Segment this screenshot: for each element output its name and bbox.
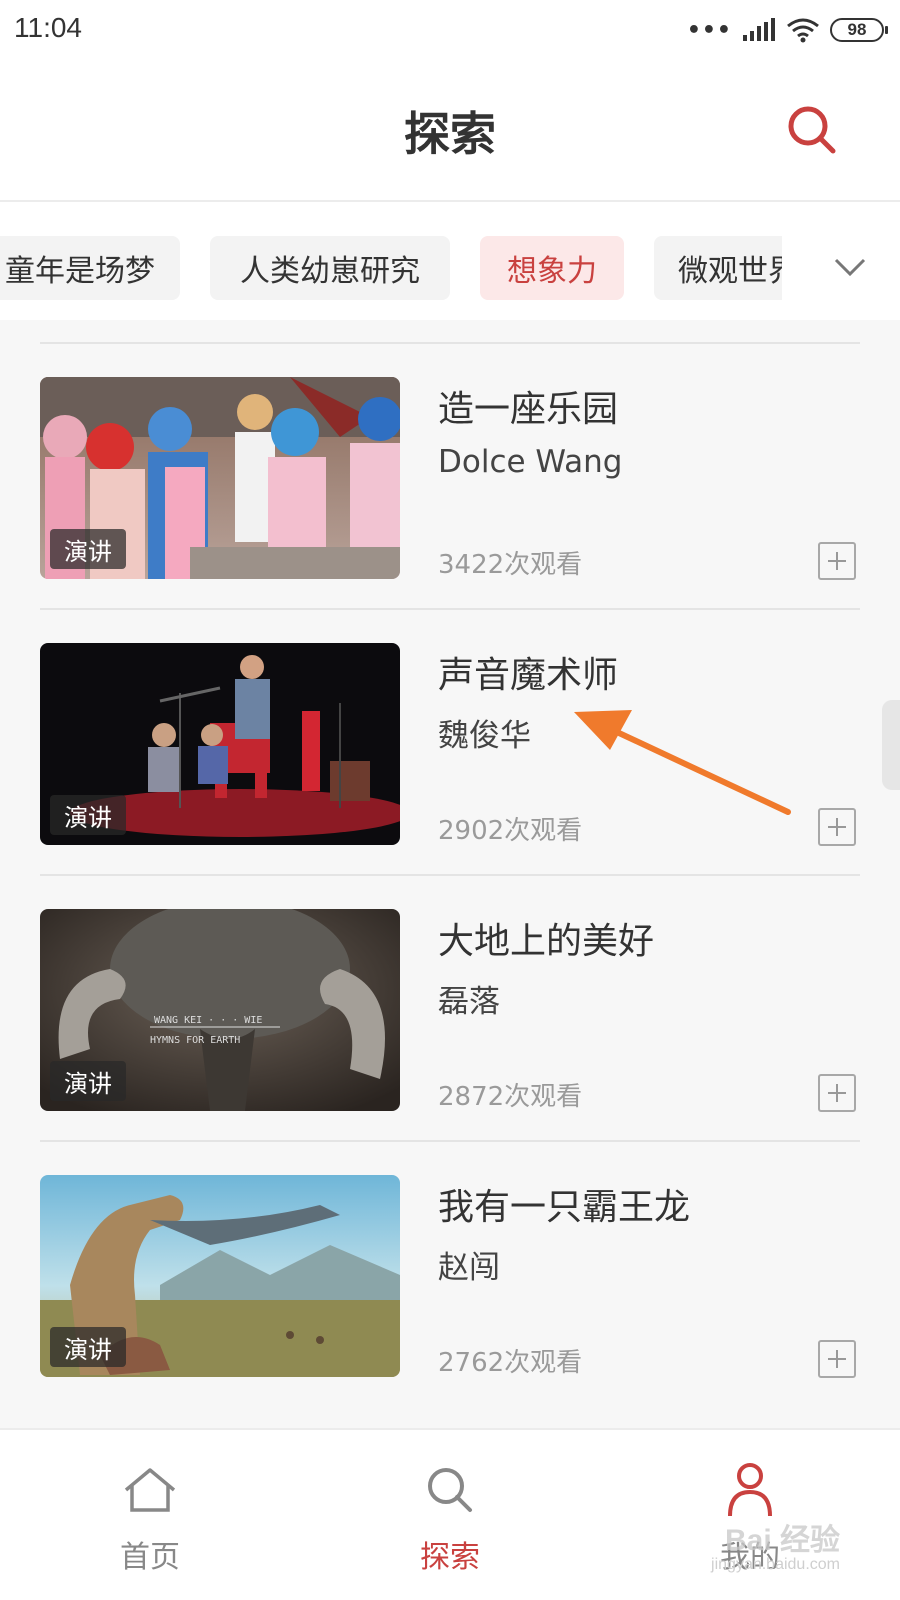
bottom-nav: 首页 探索 我的: [0, 1428, 900, 1600]
nav-explore-label: 探索: [420, 1540, 480, 1575]
item-author: 魏俊华: [438, 718, 531, 754]
plus-square-icon: [828, 552, 846, 570]
status-bar: 11:04 ••• 98: [0, 0, 900, 62]
status-indicators: ••• 98: [686, 14, 888, 46]
item-views: 2902次观看: [438, 816, 583, 846]
search-icon: [788, 106, 836, 154]
type-badge: 演讲: [50, 529, 126, 569]
type-badge: 演讲: [50, 1327, 126, 1367]
list-item[interactable]: 演讲 我有一只霸王龙 赵闯 2762次观看: [0, 1142, 900, 1414]
category-tabs: 童年是场梦 人类幼崽研究 想象力 微观世界: [0, 202, 900, 320]
search-button[interactable]: [782, 100, 842, 160]
signal-icon: [743, 18, 775, 41]
page-title: 探索: [404, 107, 496, 161]
item-author: 磊落: [438, 984, 500, 1020]
tab-label: 想象力: [507, 254, 597, 289]
add-button[interactable]: [818, 1340, 856, 1378]
list-item[interactable]: 演讲 声音魔术师 魏俊华 2902次观看: [0, 610, 900, 882]
video-thumbnail[interactable]: WANG KEI · · · WIE HYMNS FOR EARTH 演讲: [40, 909, 400, 1111]
plus-square-icon: [828, 1350, 846, 1368]
app-header: 探索: [0, 62, 900, 202]
add-button[interactable]: [818, 542, 856, 580]
tab-human-cub-research[interactable]: 人类幼崽研究: [210, 236, 450, 300]
watermark-url: jingyan.baidu.com: [711, 1556, 840, 1573]
item-title[interactable]: 造一座乐园: [438, 380, 618, 432]
video-thumbnail[interactable]: 演讲: [40, 377, 400, 579]
watermark: Bai 经验: [724, 1524, 840, 1557]
nav-home-label: 首页: [120, 1540, 180, 1575]
item-title[interactable]: 我有一只霸王龙: [438, 1178, 690, 1230]
type-badge: 演讲: [50, 1061, 126, 1101]
item-title[interactable]: 声音魔术师: [438, 646, 618, 698]
add-button[interactable]: [818, 1074, 856, 1112]
tab-label: 微观世界: [678, 254, 798, 289]
expand-tabs-button[interactable]: [830, 250, 870, 284]
tab-childhood-dream[interactable]: 童年是场梦: [0, 236, 180, 300]
search-icon: [410, 1460, 490, 1520]
battery-indicator: 98: [830, 18, 888, 42]
thumb-caption-line2: HYMNS FOR EARTH: [150, 1035, 240, 1046]
scroll-handle[interactable]: [882, 700, 900, 790]
tab-label: 童年是场梦: [5, 254, 155, 289]
list-item[interactable]: WANG KEI · · · WIE HYMNS FOR EARTH 演讲 大地…: [0, 876, 900, 1148]
tab-label: 人类幼崽研究: [240, 254, 420, 289]
item-title[interactable]: 大地上的美好: [438, 912, 654, 964]
status-time: 11:04: [14, 12, 82, 43]
thumb-caption-line1: WANG KEI · · · WIE: [154, 1015, 262, 1026]
item-author: 赵闯: [438, 1250, 500, 1286]
plus-square-icon: [828, 818, 846, 836]
nav-home[interactable]: 首页: [0, 1430, 300, 1600]
wifi-icon: [787, 18, 819, 43]
type-badge: 演讲: [50, 795, 126, 835]
item-author: Dolce Wang: [438, 444, 623, 480]
plus-square-icon: [828, 1084, 846, 1102]
video-thumbnail[interactable]: 演讲: [40, 1175, 400, 1377]
chevron-down-icon: [834, 258, 866, 277]
tab-imagination[interactable]: 想象力: [480, 236, 624, 300]
item-views: 2762次观看: [438, 1348, 583, 1378]
add-button[interactable]: [818, 808, 856, 846]
nav-explore[interactable]: 探索: [300, 1430, 600, 1600]
item-views: 3422次观看: [438, 550, 583, 580]
home-icon: [110, 1460, 190, 1520]
item-views: 2872次观看: [438, 1082, 583, 1112]
video-list: 演讲 造一座乐园 Dolce Wang 3422次观看 演讲 声音魔术师 魏俊华…: [0, 320, 900, 1430]
list-item[interactable]: 演讲 造一座乐园 Dolce Wang 3422次观看: [0, 344, 900, 616]
user-icon: [710, 1460, 790, 1520]
video-thumbnail[interactable]: 演讲: [40, 643, 400, 845]
more-dots-icon: •••: [686, 17, 732, 43]
